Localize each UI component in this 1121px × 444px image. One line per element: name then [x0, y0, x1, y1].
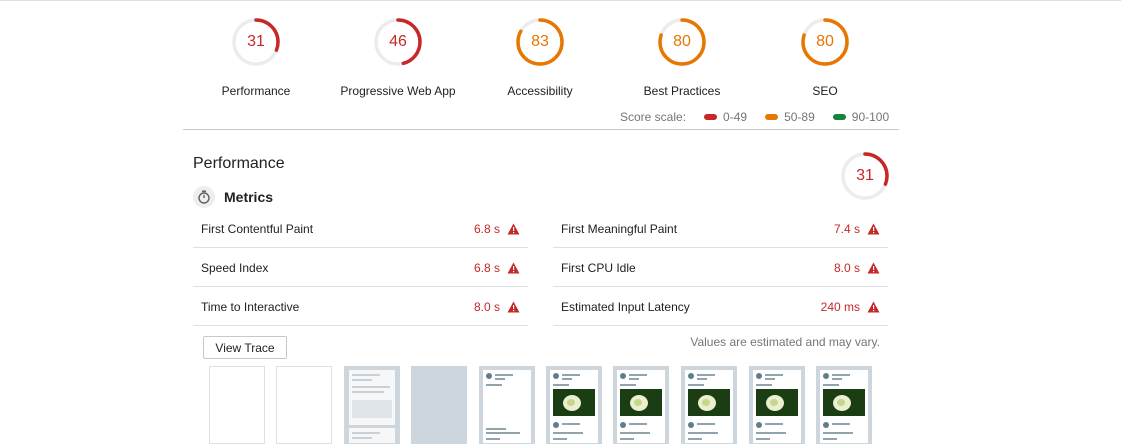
page-card [685, 370, 733, 443]
orange-swatch-icon [765, 114, 779, 120]
metrics-title: Metrics [224, 189, 274, 205]
flower-photo [756, 389, 798, 416]
score-gauge: 31 [232, 18, 280, 66]
red-swatch-icon [704, 114, 718, 120]
page-card [753, 370, 801, 443]
gauge-label: SEO [812, 84, 838, 98]
metric-value: 6.8 s [473, 261, 500, 275]
metric-value: 7.4 s [833, 222, 860, 236]
page-card [617, 370, 665, 443]
view-trace-button[interactable]: View Trace [203, 336, 287, 359]
warning-icon [867, 223, 880, 235]
filmstrip-frame-page [749, 366, 805, 444]
flower-photo [553, 389, 595, 416]
filmstrip-frame-skeleton [344, 366, 400, 444]
performance-score-gauge: 31 [841, 152, 889, 200]
flower-photo [620, 389, 662, 416]
score-gauge: 46 [374, 18, 422, 66]
warning-icon [867, 301, 880, 313]
metrics-header: Metrics [193, 186, 273, 208]
page-card [550, 370, 598, 443]
metric-label: Time to Interactive [201, 300, 300, 314]
score-gauge: 83 [516, 18, 564, 66]
filmstrip-frame-page [546, 366, 602, 444]
flower-photo [688, 389, 730, 416]
filmstrip-frame-page [613, 366, 669, 444]
metric-value: 8.0 s [833, 261, 860, 275]
stopwatch-icon [193, 186, 215, 208]
warning-icon [507, 301, 520, 313]
warning-icon [507, 262, 520, 274]
filmstrip-frame-blank [276, 366, 332, 444]
metric-label: First CPU Idle [561, 261, 636, 275]
metric-estimated-input-latency: Estimated Input Latency 240 ms [553, 287, 888, 326]
metric-speed-index: Speed Index 6.8 s [193, 248, 528, 287]
gauge-seo[interactable]: 80 SEO [740, 18, 910, 98]
metric-value: 6.8 s [473, 222, 500, 236]
score-range-text: 90-100 [851, 110, 890, 124]
filmstrip-frame-blank [209, 366, 265, 444]
metric-first-cpu-idle: First CPU Idle 8.0 s [553, 248, 888, 287]
filmstrip-frame-page [816, 366, 872, 444]
score-value: 46 [389, 33, 407, 50]
filmstrip-frame-gray [411, 366, 467, 444]
score-value: 83 [531, 33, 549, 50]
metric-label: First Meaningful Paint [561, 222, 678, 236]
green-swatch-icon [832, 114, 846, 120]
score-value: 80 [816, 33, 834, 50]
score-range-text: 50-89 [784, 110, 815, 124]
metric-first-meaningful-paint: First Meaningful Paint 7.4 s [553, 209, 888, 248]
score-range-fail: 0-49 [704, 110, 747, 124]
metric-first-contentful-paint: First Contentful Paint 6.8 s [193, 209, 528, 248]
score-range-pass: 90-100 [832, 110, 890, 124]
score-scale-label: Score scale: [620, 110, 687, 124]
warning-icon [507, 223, 520, 235]
score-gauge: 80 [801, 18, 849, 66]
score-value: 31 [247, 33, 265, 50]
top-divider [0, 0, 1121, 1]
warning-icon [867, 262, 880, 274]
metric-time-to-interactive: Time to Interactive 8.0 s [193, 287, 528, 326]
score-gauge: 80 [658, 18, 706, 66]
score-value: 80 [673, 33, 691, 50]
section-title: Performance [193, 155, 285, 172]
filmstrip [203, 366, 883, 444]
category-gauges: 31 Performance 46 Progressive Web App 83… [183, 18, 895, 98]
section-divider [183, 129, 899, 130]
estimate-note: Values are estimated and may vary. [690, 335, 880, 349]
metric-label: First Contentful Paint [201, 222, 314, 236]
score-range-text: 0-49 [723, 110, 748, 124]
score-scale-legend: Score scale: 0-49 50-89 90-100 [620, 109, 889, 125]
filmstrip-frame-page [681, 366, 737, 444]
score-range-average: 50-89 [765, 110, 815, 124]
metric-value: 240 ms [820, 300, 860, 314]
score-value: 31 [856, 167, 874, 184]
metric-value: 8.0 s [473, 300, 500, 314]
metric-label: Estimated Input Latency [561, 300, 690, 314]
page-card [483, 370, 531, 443]
flower-photo [823, 389, 865, 416]
skeleton-card [349, 428, 395, 443]
page-card [820, 370, 868, 443]
metric-label: Speed Index [201, 261, 269, 275]
filmstrip-frame-page [479, 366, 535, 444]
skeleton-card [349, 370, 395, 425]
